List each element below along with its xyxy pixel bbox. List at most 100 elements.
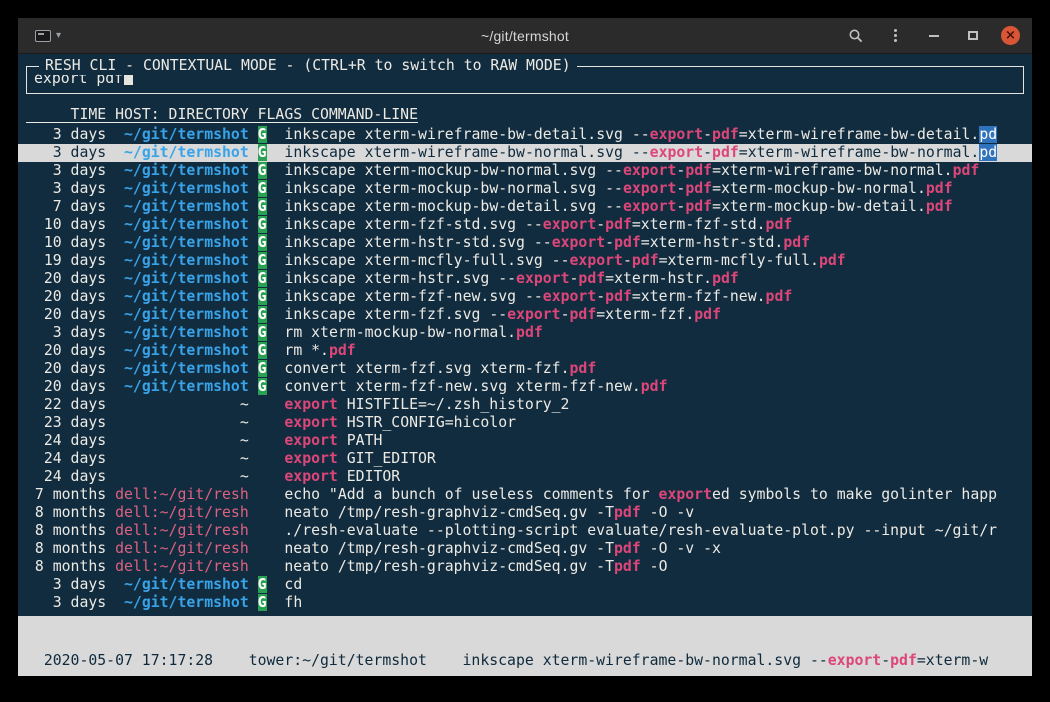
history-list: 3 days ~/git/termshot G inkscape xterm-w… xyxy=(26,126,1024,612)
row-host-directory: ~/git/termshot xyxy=(115,270,249,287)
history-row[interactable]: 22 days ~ export HISTFILE=~/.zsh_history… xyxy=(18,396,1032,414)
history-row[interactable]: 20 days ~/git/termshot G rm *.pdf xyxy=(18,342,1032,360)
row-host-directory: ~/git/termshot xyxy=(115,252,249,269)
history-row[interactable]: 3 days ~/git/termshot G cd xyxy=(18,576,1032,594)
row-time: 10 days xyxy=(26,234,106,251)
new-tab-button[interactable]: ▾ xyxy=(30,27,66,45)
window-title: ~/git/termshot xyxy=(260,28,790,44)
titlebar-right: × xyxy=(790,25,1020,47)
history-row[interactable]: 3 days ~/git/termshot G rm xterm-mockup-… xyxy=(18,324,1032,342)
row-flag-badge: G xyxy=(258,324,267,341)
restore-button[interactable] xyxy=(962,25,984,47)
row-host-directory: ~/git/termshot xyxy=(115,378,249,395)
row-host-directory: ~ xyxy=(115,450,249,467)
row-truncation-marker: pd xyxy=(979,126,997,143)
row-command: inkscape xterm-mockup-bw-detail.svg --ex… xyxy=(284,198,952,215)
row-host-directory: ~/git/termshot xyxy=(115,126,249,143)
row-host-directory: ~/git/termshot xyxy=(115,144,249,161)
row-host-directory: dell:~/git/resh xyxy=(115,504,249,521)
history-row[interactable]: 19 days ~/git/termshot G inkscape xterm-… xyxy=(18,252,1032,270)
row-time: 20 days xyxy=(26,306,106,323)
kebab-menu-icon xyxy=(894,29,897,42)
history-row[interactable]: 8 months dell:~/git/resh neato /tmp/resh… xyxy=(18,540,1032,558)
history-row[interactable]: 8 months dell:~/git/resh ./resh-evaluate… xyxy=(18,522,1032,540)
history-row[interactable]: 20 days ~/git/termshot G inkscape xterm-… xyxy=(18,306,1032,324)
row-flag-badge: G xyxy=(258,126,267,143)
search-icon xyxy=(848,28,864,44)
row-host-directory: ~/git/termshot xyxy=(115,342,249,359)
history-row[interactable]: 24 days ~ export PATH xyxy=(18,432,1032,450)
row-command: inkscape xterm-fzf-std.svg --export-pdf=… xyxy=(284,216,792,233)
history-row[interactable]: 3 days ~/git/termshot G inkscape xterm-w… xyxy=(18,126,1032,144)
history-row[interactable]: 10 days ~/git/termshot G inkscape xterm-… xyxy=(18,216,1032,234)
history-row-selected[interactable]: 3 days ~/git/termshot G inkscape xterm-w… xyxy=(18,144,1032,162)
row-host-directory: dell:~/git/resh xyxy=(115,486,249,503)
history-row[interactable]: 20 days ~/git/termshot G convert xterm-f… xyxy=(18,360,1032,378)
row-time: 3 days xyxy=(26,126,106,143)
history-row[interactable]: 7 days ~/git/termshot G inkscape xterm-m… xyxy=(18,198,1032,216)
row-time: 8 months xyxy=(26,504,106,521)
history-row[interactable]: 8 months dell:~/git/resh neato /tmp/resh… xyxy=(18,558,1032,576)
row-command: neato /tmp/resh-graphviz-cmdSeq.gv -Tpdf… xyxy=(284,540,721,557)
titlebar[interactable]: ▾ ~/git/termshot xyxy=(18,18,1032,54)
row-time: 3 days xyxy=(26,144,106,161)
terminal-icon xyxy=(35,30,51,42)
terminal-content: RESH CLI - CONTEXTUAL MODE - (CTRL+R to … xyxy=(18,54,1032,676)
row-flag-badge: G xyxy=(258,216,267,233)
row-command: convert xterm-fzf.svg xterm-fzf.pdf xyxy=(284,360,596,377)
row-flag-badge: G xyxy=(258,594,267,611)
row-host-directory: ~/git/termshot xyxy=(115,198,249,215)
row-host-directory: ~ xyxy=(115,396,249,413)
history-row[interactable]: 24 days ~ export EDITOR xyxy=(18,468,1032,486)
history-table-header: TIME HOST: DIRECTORY FLAGS COMMAND-LINE xyxy=(26,106,1024,124)
history-row[interactable]: 10 days ~/git/termshot G inkscape xterm-… xyxy=(18,234,1032,252)
history-row[interactable]: 7 months dell:~/git/resh echo "Add a bun… xyxy=(18,486,1032,504)
row-host-directory: ~/git/termshot xyxy=(115,324,249,341)
row-command: inkscape xterm-hstr-std.svg --export-pdf… xyxy=(284,234,810,251)
row-host-directory: ~/git/termshot xyxy=(115,360,249,377)
history-row[interactable]: 24 days ~ export GIT_EDITOR xyxy=(18,450,1032,468)
row-command: ./resh-evaluate --plotting-script evalua… xyxy=(284,522,997,539)
row-host-directory: ~/git/termshot xyxy=(115,594,249,611)
minimize-button[interactable] xyxy=(923,25,945,47)
row-command: inkscape xterm-mockup-bw-normal.svg --ex… xyxy=(284,162,979,179)
history-row[interactable]: 20 days ~/git/termshot G inkscape xterm-… xyxy=(18,288,1032,306)
row-command: cd xyxy=(284,576,302,593)
row-host-directory: ~ xyxy=(115,468,249,485)
row-flag-badge: G xyxy=(258,576,267,593)
resh-search-box: RESH CLI - CONTEXTUAL MODE - (CTRL+R to … xyxy=(26,66,1024,94)
titlebar-left: ▾ xyxy=(30,27,260,45)
detail-line1: 2020-05-07 17:17:28 tower:~/git/termshot… xyxy=(26,652,1024,670)
menu-button[interactable] xyxy=(884,25,906,47)
row-flag-badge: G xyxy=(258,306,267,323)
row-command: inkscape xterm-fzf-new.svg --export-pdf=… xyxy=(284,288,792,305)
history-row[interactable]: 20 days ~/git/termshot G inkscape xterm-… xyxy=(18,270,1032,288)
row-command: export EDITOR xyxy=(284,468,400,485)
search-button[interactable] xyxy=(845,25,867,47)
history-row[interactable]: 3 days ~/git/termshot G inkscape xterm-m… xyxy=(18,180,1032,198)
row-command: fh xyxy=(284,594,302,611)
selected-entry-detail: 2020-05-07 17:17:28 tower:~/git/termshot… xyxy=(18,616,1032,676)
row-flag-badge: G xyxy=(258,198,267,215)
row-command: inkscape xterm-wireframe-bw-detail.svg -… xyxy=(284,126,997,143)
row-time: 8 months xyxy=(26,522,106,539)
row-flag-badge: G xyxy=(258,270,267,287)
row-host-directory: ~/git/termshot xyxy=(115,234,249,251)
row-command: neato /tmp/resh-graphviz-cmdSeq.gv -Tpdf… xyxy=(284,558,667,575)
row-flag-badge: G xyxy=(258,180,267,197)
history-row[interactable]: 23 days ~ export HSTR_CONFIG=hicolor xyxy=(18,414,1032,432)
row-host-directory: ~/git/termshot xyxy=(115,216,249,233)
history-row[interactable]: 3 days ~/git/termshot G inkscape xterm-m… xyxy=(18,162,1032,180)
history-row[interactable]: 20 days ~/git/termshot G convert xterm-f… xyxy=(18,378,1032,396)
history-row[interactable]: 8 months dell:~/git/resh neato /tmp/resh… xyxy=(18,504,1032,522)
row-host-directory: ~ xyxy=(115,432,249,449)
row-host-directory: dell:~/git/resh xyxy=(115,558,249,575)
row-command: export HSTR_CONFIG=hicolor xyxy=(284,414,516,431)
history-row[interactable]: 3 days ~/git/termshot G fh xyxy=(18,594,1032,612)
row-host-directory: ~ xyxy=(115,414,249,431)
row-time: 19 days xyxy=(26,252,106,269)
restore-icon xyxy=(968,31,978,40)
row-host-directory: ~/git/termshot xyxy=(115,288,249,305)
close-button[interactable]: × xyxy=(1001,26,1020,45)
row-time: 3 days xyxy=(26,162,106,179)
